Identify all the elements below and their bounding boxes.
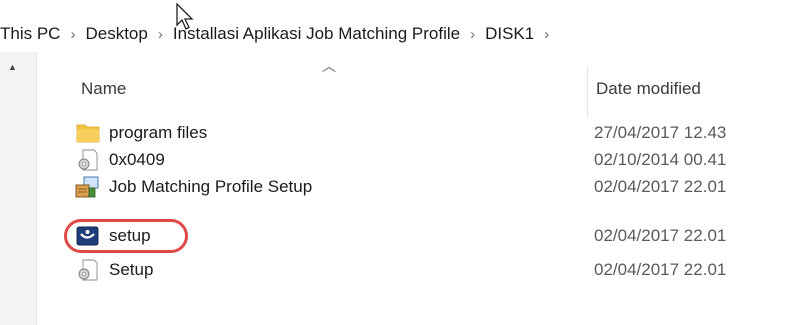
settings-file-icon — [75, 149, 101, 171]
file-date: 02/10/2014 00.41 — [594, 149, 727, 169]
column-header-date-modified[interactable]: Date modified — [596, 79, 701, 99]
breadcrumb-installasi-folder[interactable]: Installasi Aplikasi Job Matching Profile — [173, 24, 460, 44]
file-name: program files — [109, 122, 208, 142]
file-name: Job Matching Profile Setup — [109, 176, 313, 196]
file-date: 27/04/2017 12.43 — [594, 122, 727, 142]
file-row-0x0409[interactable]: 0x0409 02/10/2014 00.41 — [75, 146, 809, 173]
sort-ascending-icon: ︿ — [322, 58, 336, 74]
file-date: 02/04/2017 22.01 — [594, 259, 727, 279]
mouse-cursor-icon — [176, 3, 194, 30]
installer-package-icon — [75, 176, 101, 198]
file-name: Setup — [109, 259, 154, 279]
folder-icon — [75, 122, 101, 144]
breadcrumb-disk1[interactable]: DISK1 — [485, 24, 534, 44]
collapse-arrow-icon[interactable]: ▲ — [8, 62, 17, 72]
breadcrumb-separator[interactable]: › — [158, 26, 163, 43]
file-date: 02/04/2017 22.01 — [594, 225, 727, 245]
breadcrumb-separator[interactable]: › — [470, 26, 475, 43]
breadcrumb-this-pc[interactable]: This PC — [0, 24, 60, 44]
file-row-job-matching-profile-setup[interactable]: Job Matching Profile Setup 02/04/2017 22… — [75, 173, 809, 200]
file-date: 02/04/2017 22.01 — [594, 176, 727, 196]
breadcrumb-desktop[interactable]: Desktop — [85, 24, 147, 44]
highlight-ring-annotation — [64, 219, 188, 253]
file-row-program-files[interactable]: program files 27/04/2017 12.43 — [75, 119, 809, 146]
file-row-setup-config[interactable]: Setup 02/04/2017 22.01 — [75, 256, 809, 283]
settings-file-icon — [75, 259, 101, 281]
navigation-pane[interactable]: ▲ — [0, 52, 37, 325]
breadcrumb-separator[interactable]: › — [70, 26, 75, 43]
column-header-row: ︿ Name Date modified — [36, 52, 809, 124]
breadcrumb-separator[interactable]: › — [544, 26, 549, 43]
breadcrumb: This PC › Desktop › Installasi Aplikasi … — [0, 20, 559, 48]
file-name: 0x0409 — [109, 149, 165, 169]
column-header-name[interactable]: Name — [81, 79, 126, 99]
column-divider[interactable] — [587, 66, 588, 118]
